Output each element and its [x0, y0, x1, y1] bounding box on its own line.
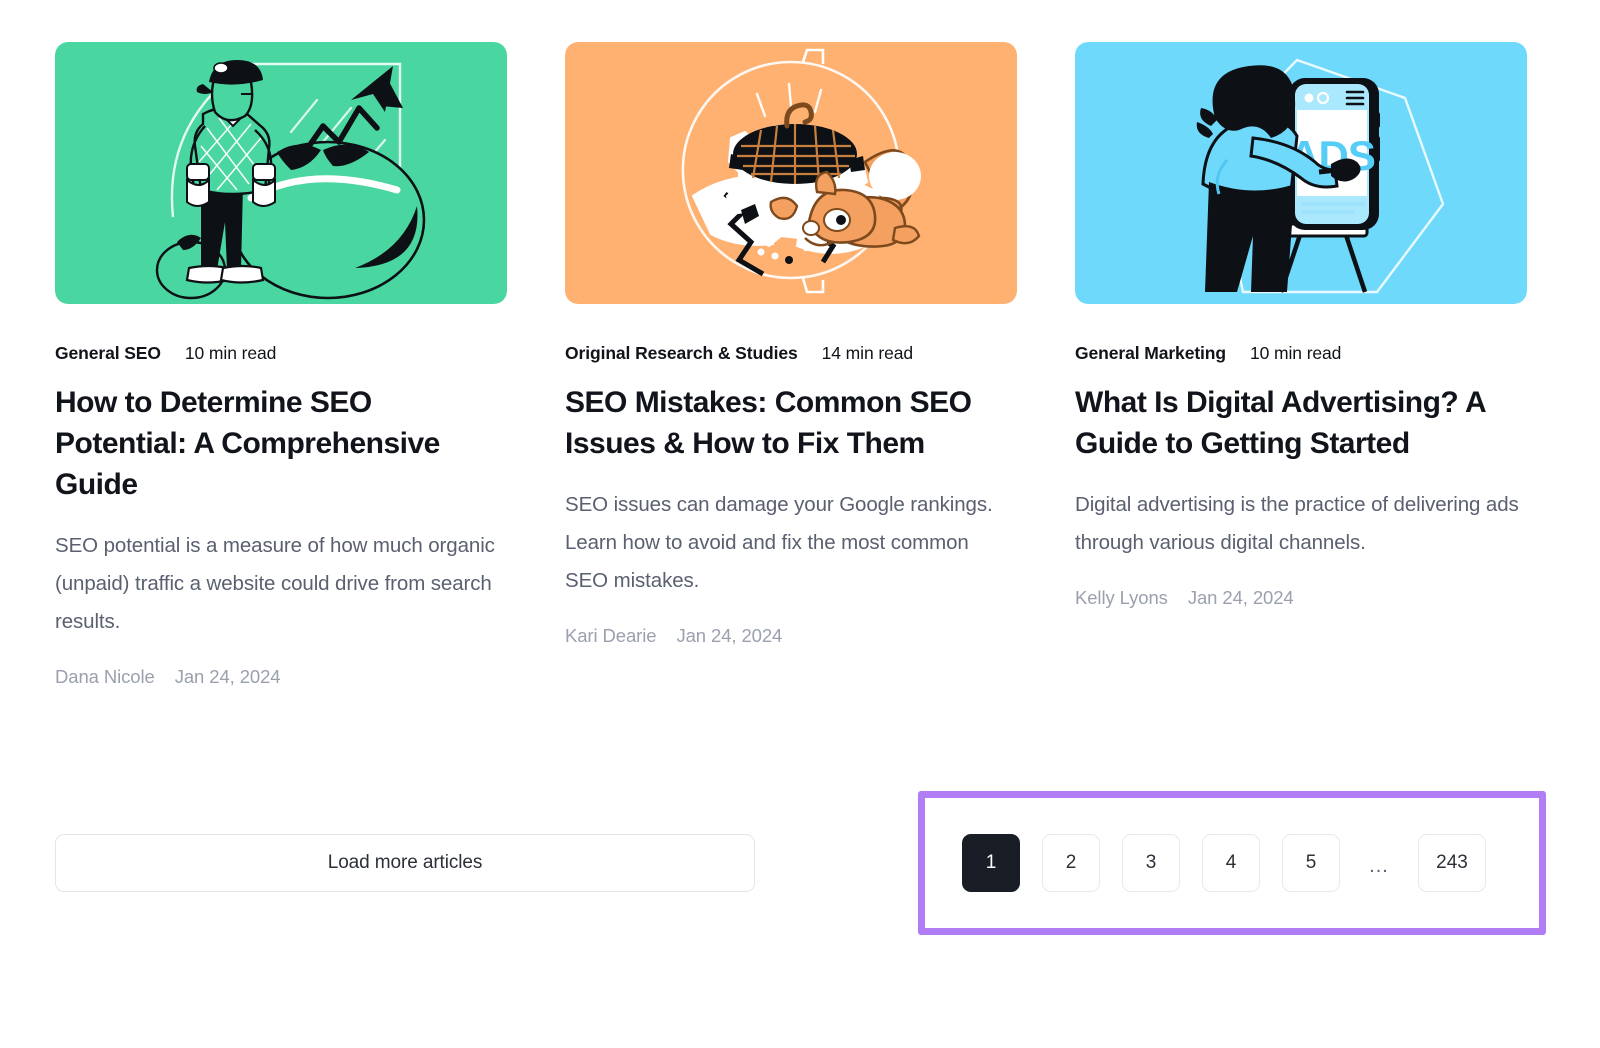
- article-card[interactable]: Original Research & Studies 14 min read …: [565, 42, 1017, 688]
- article-meta: General Marketing 10 min read: [1075, 343, 1527, 364]
- article-date: Jan 24, 2024: [174, 666, 281, 687]
- article-description: Digital advertising is the practice of d…: [1075, 493, 1519, 554]
- article-byline: Kelly Lyons Jan 24, 2024: [1075, 587, 1527, 609]
- article-thumbnail[interactable]: ADS: [1075, 42, 1527, 304]
- pagination-page-2[interactable]: 2: [1042, 834, 1100, 892]
- article-title[interactable]: What Is Digital Advertising? A Guide to …: [1075, 382, 1527, 464]
- article-grid: General SEO 10 min read How to Determine…: [55, 42, 1527, 688]
- article-author[interactable]: Kelly Lyons: [1075, 587, 1168, 609]
- person-painting-ads-on-phone-easel-icon: ADS: [1075, 42, 1527, 304]
- article-description: SEO issues can damage your Google rankin…: [565, 493, 993, 592]
- article-author[interactable]: Kari Dearie: [565, 625, 657, 647]
- pagination-last-page[interactable]: 243: [1418, 834, 1486, 892]
- pagination-page-5[interactable]: 5: [1282, 834, 1340, 892]
- article-meta: Original Research & Studies 14 min read: [565, 343, 1017, 364]
- article-listing-page: General SEO 10 min read How to Determine…: [0, 0, 1600, 1048]
- article-meta: General SEO 10 min read: [55, 343, 507, 364]
- article-title[interactable]: How to Determine SEO Potential: A Compre…: [55, 382, 507, 505]
- article-read-time: 10 min read: [1250, 343, 1342, 363]
- pagination-page-3[interactable]: 3: [1122, 834, 1180, 892]
- article-date: Jan 24, 2024: [1187, 587, 1294, 608]
- pagination-ellipsis: ...: [1369, 855, 1389, 877]
- article-card[interactable]: General SEO 10 min read How to Determine…: [55, 42, 507, 688]
- article-read-time: 10 min read: [184, 343, 277, 363]
- pagination-page-4[interactable]: 4: [1202, 834, 1260, 892]
- article-author[interactable]: Dana Nicole: [55, 666, 155, 688]
- squirrel-broken-waffle-gear-icon: [565, 42, 1017, 304]
- article-description: SEO potential is a measure of how much o…: [55, 534, 495, 633]
- farmer-tomatoes-growth-arrow-icon: [55, 42, 507, 304]
- article-byline: Dana Nicole Jan 24, 2024: [55, 666, 507, 688]
- article-title[interactable]: SEO Mistakes: Common SEO Issues & How to…: [565, 382, 1017, 464]
- load-more-articles-button[interactable]: Load more articles: [55, 834, 755, 892]
- article-read-time: 14 min read: [821, 343, 913, 363]
- article-thumbnail[interactable]: [565, 42, 1017, 304]
- article-card[interactable]: ADS General Marketing 10 min read What I…: [1075, 42, 1527, 688]
- pagination-page-1[interactable]: 1: [962, 834, 1020, 892]
- article-category[interactable]: Original Research & Studies: [565, 343, 798, 364]
- pagination: 1 2 3 4 5 ... 243: [962, 834, 1486, 892]
- article-date: Jan 24, 2024: [676, 625, 783, 646]
- article-category[interactable]: General Marketing: [1075, 343, 1226, 364]
- article-category[interactable]: General SEO: [55, 343, 161, 364]
- article-thumbnail[interactable]: [55, 42, 507, 304]
- article-byline: Kari Dearie Jan 24, 2024: [565, 625, 1017, 647]
